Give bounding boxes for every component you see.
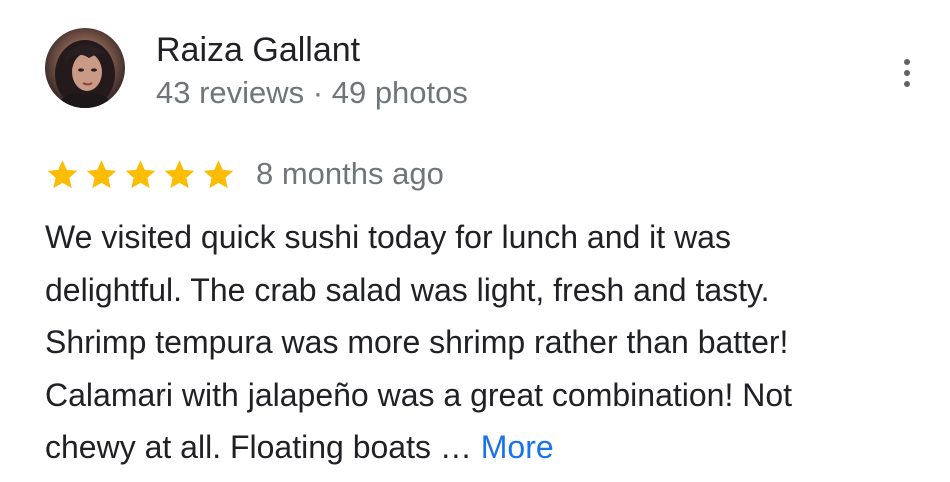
review-text: We visited quick sushi today for lunch a… bbox=[45, 211, 925, 474]
menu-dot bbox=[904, 59, 910, 65]
reviewer-meta: 43 reviews · 49 photos bbox=[156, 75, 468, 110]
reviewer-name[interactable]: Raiza Gallant bbox=[156, 30, 360, 70]
avatar[interactable] bbox=[45, 28, 125, 108]
more-vert-icon[interactable] bbox=[893, 54, 921, 92]
review-date: 8 months ago bbox=[256, 156, 444, 191]
star-icon bbox=[45, 157, 80, 192]
review-card: Raiza Gallant 43 reviews · 49 photos 8 m… bbox=[0, 0, 950, 482]
menu-dot bbox=[904, 70, 910, 76]
star-icon bbox=[201, 157, 236, 192]
review-body: We visited quick sushi today for lunch a… bbox=[45, 219, 793, 465]
avatar-photo bbox=[55, 40, 115, 108]
star-icon bbox=[162, 157, 197, 192]
star-icon bbox=[123, 157, 158, 192]
rating-row: 8 months ago bbox=[45, 152, 444, 196]
more-link[interactable]: More bbox=[481, 429, 554, 465]
star-rating bbox=[45, 157, 236, 192]
menu-dot bbox=[904, 81, 910, 87]
star-icon bbox=[84, 157, 119, 192]
